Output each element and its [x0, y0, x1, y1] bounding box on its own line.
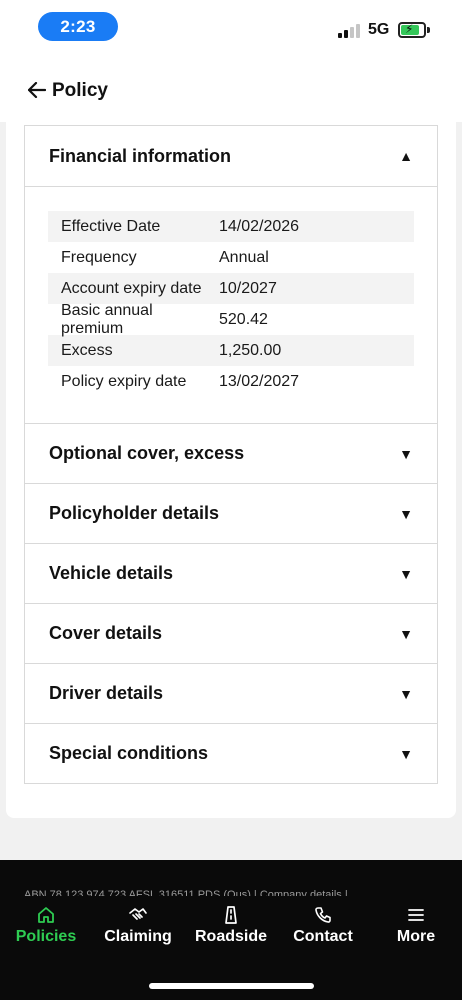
section-title: Special conditions: [49, 743, 209, 763]
info-label: Basic annual premium: [61, 301, 153, 337]
section-title: Policyholder details: [49, 503, 220, 523]
nav-roadside[interactable]: Roadside: [192, 904, 270, 954]
handshake-icon: [100, 904, 176, 926]
info-value: 14/02/2026: [219, 217, 300, 235]
info-row: Basic annual premium 520.42: [48, 301, 414, 337]
status-bar: 2:23 5G ⚡: [0, 0, 462, 58]
info-row: Effective Date 14/02/2026: [48, 211, 414, 242]
section-title: Financial information: [49, 145, 232, 166]
info-label: Effective Date: [61, 217, 161, 235]
phone-icon: [288, 904, 358, 926]
info-label: Frequency: [61, 248, 137, 266]
vehicle-details-header[interactable]: Vehicle details ▼: [25, 543, 437, 603]
menu-icon: [386, 904, 446, 926]
home-icon: [10, 904, 82, 926]
nav-policies[interactable]: Policies: [10, 904, 82, 954]
info-row: Account expiry date 10/2027: [48, 273, 414, 304]
driver-details-header[interactable]: Driver details ▼: [25, 663, 437, 723]
policy-card: Financial information ▲ Effective Date 1…: [6, 122, 456, 818]
financial-information-header[interactable]: Financial information ▲: [25, 126, 437, 186]
chevron-up-icon: ▲: [399, 148, 413, 164]
nav-contact[interactable]: Contact: [288, 904, 358, 954]
chevron-down-icon: ▼: [399, 625, 413, 642]
nav-label: Policies: [15, 928, 77, 945]
nav-label: Roadside: [194, 928, 267, 945]
optional-cover-excess-header[interactable]: Optional cover, excess ▼: [25, 423, 437, 483]
special-conditions-header[interactable]: Special conditions ▼: [25, 723, 437, 783]
section-title: Vehicle details: [49, 563, 174, 583]
info-value: Annual: [219, 248, 269, 266]
info-row: Policy expiry date 13/02/2027: [48, 366, 414, 397]
financial-information-body: Effective Date 14/02/2026 Frequency Annu…: [25, 186, 437, 423]
network-label: 5G: [368, 21, 390, 38]
info-row: Frequency Annual: [48, 242, 414, 273]
info-value: 13/02/2027: [219, 372, 300, 390]
info-value: 10/2027: [219, 279, 277, 297]
section-title: Optional cover, excess: [49, 443, 245, 463]
info-label: Account expiry date: [61, 279, 202, 297]
policyholder-details-header[interactable]: Policyholder details ▼: [25, 483, 437, 543]
bottom-navigation: ABN 78 123 974 723 AFSL 316511 PDS (Qus)…: [0, 860, 462, 1000]
chevron-down-icon: ▼: [399, 505, 413, 522]
page-title: Policy: [52, 80, 108, 101]
cover-details-header[interactable]: Cover details ▼: [25, 603, 437, 663]
abn-footer-text: ABN 78 123 974 723 AFSL 316511 PDS (Qus)…: [24, 889, 348, 896]
section-title: Driver details: [49, 683, 164, 703]
nav-label: Claiming: [104, 928, 172, 945]
back-button[interactable]: Policy: [27, 78, 108, 104]
status-time: 2:23: [38, 12, 118, 41]
chevron-down-icon: ▼: [399, 565, 413, 582]
section-title: Cover details: [49, 623, 163, 643]
battery-icon: ⚡: [398, 22, 426, 38]
nav-label: More: [396, 928, 436, 945]
home-indicator: [149, 983, 314, 989]
policy-accordion: Financial information ▲ Effective Date 1…: [24, 125, 438, 784]
info-value: 1,250.00: [219, 341, 282, 359]
signal-icon: [338, 23, 362, 38]
info-value: 520.42: [219, 310, 268, 328]
info-label: Excess: [61, 341, 113, 359]
arrow-left-icon: [27, 80, 47, 102]
battery-tip: [427, 27, 430, 33]
chevron-down-icon: ▼: [399, 685, 413, 702]
chevron-down-icon: ▼: [399, 445, 413, 462]
info-row: Excess 1,250.00: [48, 335, 414, 366]
road-icon: [192, 904, 270, 926]
info-label: Policy expiry date: [61, 372, 187, 390]
nav-label: Contact: [293, 928, 353, 945]
nav-more[interactable]: More: [386, 904, 446, 954]
nav-claiming[interactable]: Claiming: [100, 904, 176, 954]
chevron-down-icon: ▼: [399, 745, 413, 762]
page-header: Policy: [0, 58, 462, 122]
